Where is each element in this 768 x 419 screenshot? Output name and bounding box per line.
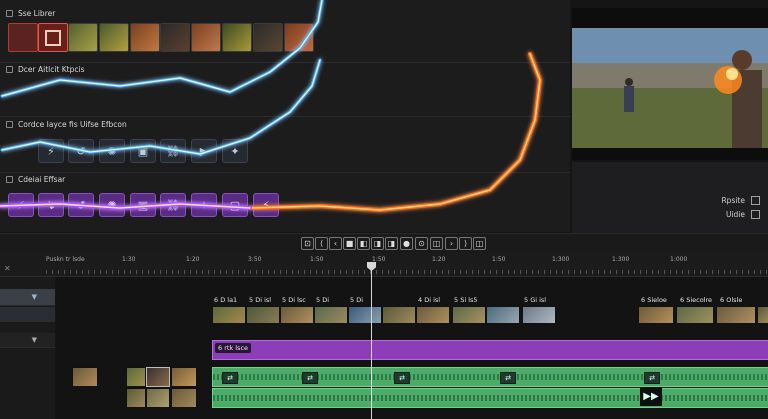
clip-label: 5 Di <box>316 296 330 304</box>
close-icon[interactable]: ✕ <box>4 264 11 273</box>
checkbox-row[interactable]: Uidie <box>726 210 760 219</box>
chevron-down-icon[interactable]: ▼ <box>32 293 37 301</box>
inspector-panel: Rpsite Uidie <box>572 162 768 234</box>
effects-browser-panel: Sse Librer Dcer Aitlcit Ktpcis Cordce Ia… <box>0 0 570 232</box>
mark-out-button[interactable]: ◨ <box>371 237 384 250</box>
track-header-audio[interactable]: ▼ <box>0 333 55 348</box>
mark-in-button[interactable]: ◧ <box>357 237 370 250</box>
ruler-tick: 1:20 <box>432 256 446 263</box>
settings-button[interactable]: ◫ <box>430 237 443 250</box>
video-clip[interactable] <box>280 306 314 324</box>
snapshot-button[interactable]: ⊡ <box>301 237 314 250</box>
clip-label: 5 Si ls5 <box>454 296 478 304</box>
source-clip[interactable] <box>171 367 197 387</box>
transport-bar: ⊡ ⟨ ‹ ■ ◧ ◨ ◨ ● ⊙ ◫ › ⟩ ◫ <box>0 233 768 252</box>
ruler-tick: 1:300 <box>612 256 630 263</box>
fullscreen-button[interactable]: ◫ <box>473 237 486 250</box>
clip-label: 5 Di <box>350 296 364 304</box>
ruler-tick: 1:300 <box>552 256 570 263</box>
video-clip[interactable] <box>246 306 280 324</box>
video-clip[interactable] <box>757 306 768 324</box>
checkbox-label: Rpsite <box>721 196 745 205</box>
video-clip[interactable] <box>212 306 246 324</box>
chevron-down-icon[interactable]: ▼ <box>32 336 37 344</box>
keyframe-marker[interactable]: ⇄ <box>500 372 516 384</box>
effect-clip-label: 6 rtk lsce <box>215 343 252 353</box>
checkbox-row[interactable]: Rpsite <box>721 196 760 205</box>
loop-button[interactable]: ⊙ <box>415 237 428 250</box>
video-clip[interactable] <box>452 306 486 324</box>
timeline-ruler[interactable]: Puskn tr lsde 1:30 1:20 3:50 1:50 1:50 1… <box>0 252 768 277</box>
ruler-ticks <box>46 270 768 274</box>
clip-label: 6 Olsle <box>720 296 743 304</box>
source-clip[interactable] <box>146 388 170 408</box>
ruler-tick: 1:50 <box>492 256 506 263</box>
video-clip[interactable] <box>416 306 450 324</box>
clip-label: 6 Sieloe <box>641 296 667 304</box>
video-clip[interactable] <box>638 306 674 324</box>
clip-label: 5 Di lsc <box>282 296 306 304</box>
track-headers: ▼ ▼ <box>0 277 55 419</box>
track-header[interactable] <box>0 307 55 322</box>
stop-button[interactable]: ■ <box>343 237 356 250</box>
timeline-tracks[interactable]: 6 D la1 5 Di isl 5 Di lsc 5 Di 5 Di 4 Di… <box>56 277 768 419</box>
ruler-tick: 1:20 <box>186 256 200 263</box>
checkbox[interactable] <box>751 196 760 205</box>
audio-clip[interactable] <box>212 367 768 387</box>
video-clip[interactable] <box>348 306 382 324</box>
ruler-tick: 1:50 <box>372 256 386 263</box>
step-forward-button[interactable]: › <box>445 237 458 250</box>
source-clip[interactable] <box>171 388 197 408</box>
waveform <box>213 374 768 380</box>
ruler-tick: 1:50 <box>310 256 324 263</box>
video-clip[interactable] <box>314 306 348 324</box>
video-preview[interactable] <box>572 8 768 160</box>
keyframe-marker[interactable]: ⇄ <box>302 372 318 384</box>
timecode-display: Puskn tr lsde <box>46 256 85 263</box>
video-clip[interactable] <box>522 306 556 324</box>
video-clip[interactable] <box>716 306 756 324</box>
split-button[interactable]: ◨ <box>385 237 398 250</box>
go-to-end-button[interactable]: ⟩ <box>459 237 472 250</box>
source-clip[interactable] <box>146 367 170 387</box>
preview-frame <box>572 8 768 160</box>
clip-label: 5 Di isl <box>249 296 272 304</box>
source-clip[interactable] <box>126 367 146 387</box>
track-header-video[interactable]: ▼ <box>0 289 55 306</box>
fast-forward-icon[interactable]: ▶▶ <box>640 388 662 406</box>
keyframe-marker[interactable]: ⇄ <box>644 372 660 384</box>
keyframe-marker[interactable]: ⇄ <box>222 372 238 384</box>
effect-clip[interactable]: 6 rtk lsce <box>212 340 768 360</box>
video-clip[interactable] <box>382 306 416 324</box>
playhead[interactable] <box>371 262 372 419</box>
video-clip[interactable] <box>486 306 520 324</box>
clip-label: 4 Di isl <box>418 296 441 304</box>
source-clip[interactable] <box>72 367 98 387</box>
audio-clip[interactable] <box>212 388 768 408</box>
ruler-tick: 1:000 <box>670 256 688 263</box>
keyframe-marker[interactable]: ⇄ <box>394 372 410 384</box>
clip-label: 6 D la1 <box>214 296 238 304</box>
lightning-artwork <box>0 0 542 212</box>
clip-label: 6 Siecolre <box>680 296 713 304</box>
go-to-start-button[interactable]: ⟨ <box>315 237 328 250</box>
ruler-tick: 1:30 <box>122 256 136 263</box>
clip-label: 5 Gi isl <box>524 296 547 304</box>
step-back-button[interactable]: ‹ <box>329 237 342 250</box>
checkbox-label: Uidie <box>725 210 745 219</box>
checkbox[interactable] <box>751 210 760 219</box>
waveform <box>213 395 768 401</box>
video-clip[interactable] <box>676 306 714 324</box>
ruler-tick: 3:50 <box>248 256 262 263</box>
source-clip[interactable] <box>126 388 146 408</box>
record-button[interactable]: ● <box>400 237 413 250</box>
